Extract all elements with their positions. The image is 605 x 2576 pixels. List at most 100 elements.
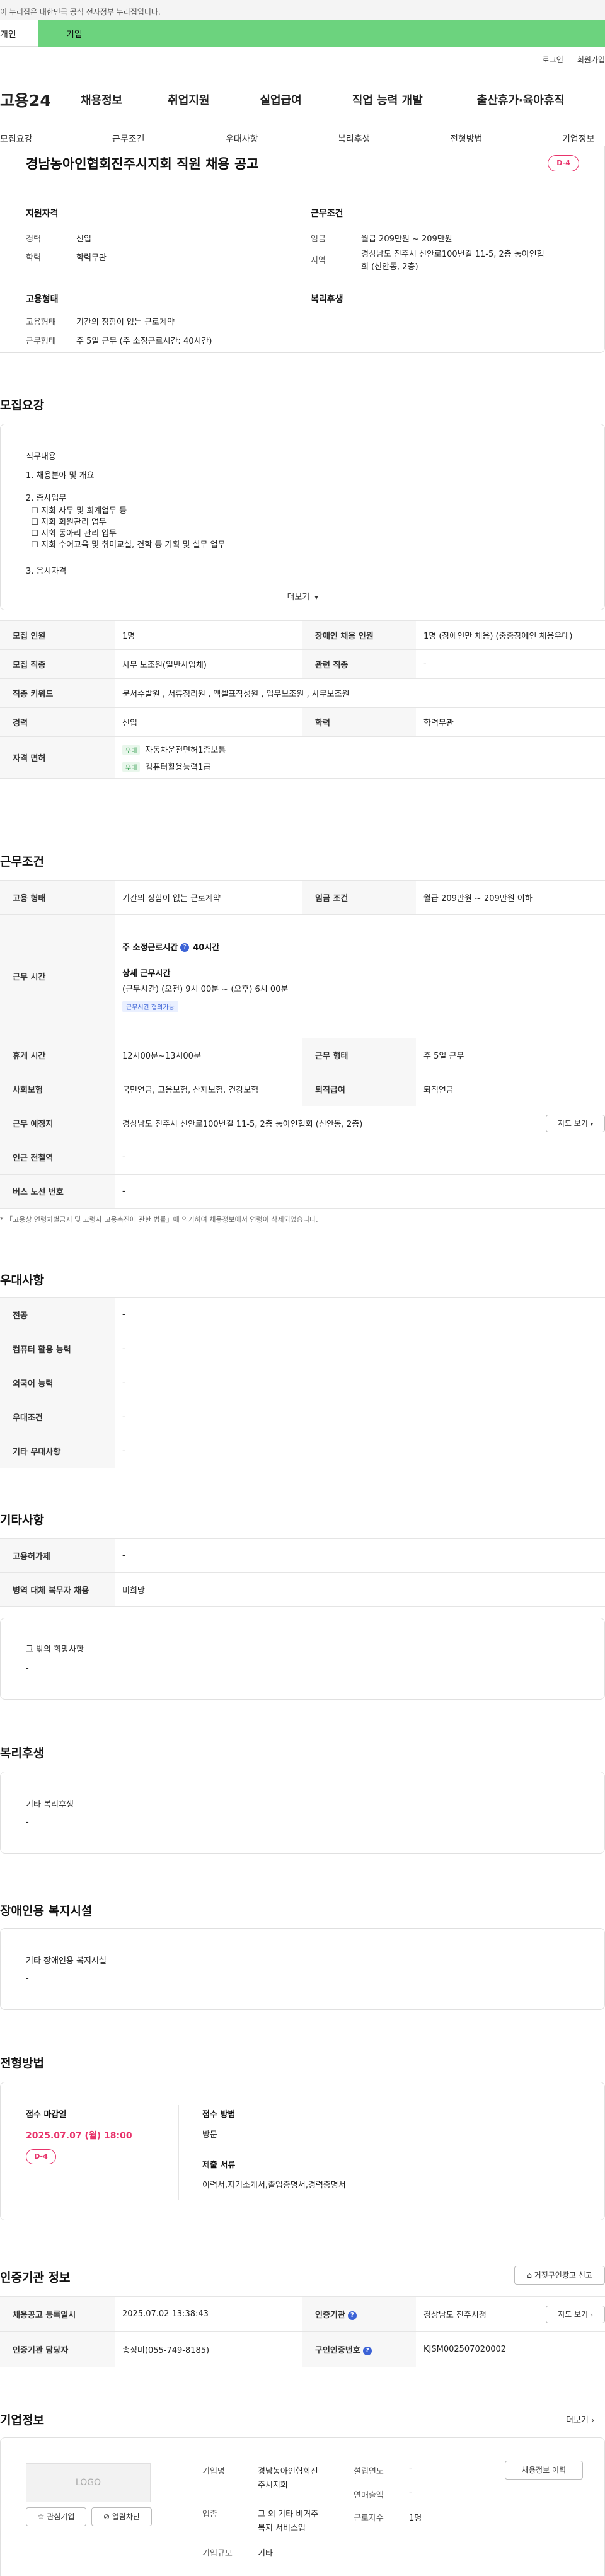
- favorite-company-button[interactable]: ☆ 관심기업: [26, 2507, 86, 2526]
- loc-value-2: 회 (신안동, 2층): [361, 262, 418, 272]
- row-value: 기간의 정함이 없는 근로계약: [115, 880, 302, 915]
- name-value-2: 주시지회: [258, 2481, 288, 2490]
- row-label: 모집 직종: [0, 649, 115, 679]
- row-value: -: [115, 1434, 605, 1468]
- desc-line: ☐ 지회 사무 및 회계업무 등: [26, 506, 127, 516]
- row-value: 주 5일 근무: [416, 1038, 605, 1072]
- desc-line: 3. 응시자격: [26, 567, 67, 576]
- anchor-recruit[interactable]: 모집요강: [0, 132, 33, 145]
- work-table: 고용 형태 기간의 정함이 없는 근로계약 임금 조건 월급 209만원 ~ 2…: [0, 880, 605, 1209]
- row-value: 1명: [115, 620, 302, 650]
- map-view-button[interactable]: 지도 보기 ▾: [546, 1115, 605, 1132]
- license-item: 자동차운전면허1종보통: [145, 745, 226, 755]
- gnb-item-unemployment[interactable]: 실업급여: [260, 91, 302, 108]
- row-value: -: [115, 1538, 605, 1573]
- gnb-item-leave[interactable]: 출산휴가·육아휴직: [477, 91, 565, 108]
- gnb-item-support[interactable]: 취업지원: [168, 91, 209, 108]
- row-label: 인근 전철역: [0, 1140, 115, 1175]
- row-value: -: [115, 1366, 605, 1400]
- info-icon[interactable]: ?: [180, 943, 190, 952]
- loc-label: 지역: [311, 256, 326, 265]
- desc-line: ☐ 지회 수어교육 및 취미교실, 견학 등 기획 및 실무 업무: [26, 540, 226, 550]
- row-value: -: [416, 649, 605, 679]
- desc-title: 직무내용: [26, 452, 56, 461]
- row-value: 문서수발원 , 서류정리원 , 엑셀표작성원 , 업무보조원 , 사무보조원: [115, 678, 605, 708]
- user-type-tabs: 개인 기업: [0, 20, 605, 47]
- job-summary-card: 경남농아인협회진주시지회 직원 채용 공고 D-4 지원자격 경력 신입 학력 …: [0, 146, 605, 353]
- sales-value: -: [409, 2488, 412, 2498]
- row-label: 자격 면허: [0, 736, 115, 779]
- anchor-pref[interactable]: 우대사항: [226, 132, 258, 145]
- established-value: -: [409, 2464, 412, 2474]
- job-history-button[interactable]: 채용정보 이력: [505, 2461, 583, 2480]
- row-label: 근무 시간: [0, 914, 115, 1038]
- emp-value: 기간의 정함이 없는 근로계약: [76, 318, 175, 327]
- row-label: 경력: [0, 707, 115, 737]
- row-value: 신입: [115, 707, 302, 737]
- name-value-1: 경남농아인협회진: [258, 2467, 318, 2476]
- org-cell: 경상남도 진주시청 지도 보기 ›: [416, 2296, 605, 2332]
- anchor-screen[interactable]: 전형방법: [450, 132, 483, 145]
- other-wishes-value: -: [26, 1664, 29, 1673]
- screen-box: 접수 마감일 2025.07.07 (월) 18:00 D-4 접수 방법 방문…: [0, 2082, 605, 2220]
- work-heading: 근무조건: [0, 855, 44, 869]
- row-label: 관련 직종: [302, 649, 416, 679]
- size-label: 기업규모: [202, 2549, 233, 2558]
- anchor-company[interactable]: 기업정보: [562, 132, 595, 145]
- industry-value-2: 복지 서비스업: [258, 2524, 306, 2533]
- row-label: 휴게 시간: [0, 1038, 115, 1072]
- block-view-button[interactable]: ⊘ 열람차단: [91, 2507, 152, 2526]
- docs-label: 제출 서류: [202, 2161, 236, 2170]
- employees-value: 1명: [409, 2514, 422, 2523]
- gnb-item-training[interactable]: 직업 능력 개발: [352, 91, 423, 108]
- desc-line: 2. 종사업무: [26, 494, 67, 503]
- company-more-link[interactable]: 더보기 ›: [566, 2413, 594, 2425]
- row-value: 월급 209만원 ~ 209만원 이하: [416, 880, 605, 915]
- divider: [178, 2105, 179, 2200]
- welfare-value: -: [26, 1818, 29, 1827]
- tab-business[interactable]: 기업: [38, 20, 605, 47]
- tab-person[interactable]: 개인: [0, 20, 38, 47]
- row-label: 고용 형태: [0, 880, 115, 915]
- row-label: 구인인증번호?: [302, 2331, 416, 2367]
- row-value: -: [115, 1174, 605, 1209]
- info-icon[interactable]: ?: [347, 2311, 357, 2320]
- edu-value: 학력무관: [76, 253, 107, 263]
- row-value: 퇴직연금: [416, 1072, 605, 1106]
- info-icon[interactable]: ?: [362, 2346, 372, 2355]
- docs-value: 이력서,자기소개서,졸업증명서,경력증명서: [202, 2181, 346, 2190]
- utility-links: 로그인 회원가입: [543, 54, 605, 65]
- join-link[interactable]: 회원가입: [577, 54, 605, 65]
- industry-label: 업종: [202, 2510, 217, 2519]
- row-label: 인증기관?: [302, 2296, 416, 2332]
- qual-heading: 지원자격: [26, 209, 59, 219]
- disabled-box: 기타 장애인용 복지시설 -: [0, 1928, 605, 2010]
- login-link[interactable]: 로그인: [543, 54, 563, 65]
- row-label: 병역 대체 복무자 채용: [0, 1572, 115, 1607]
- more-button[interactable]: 더보기 ▾: [1, 581, 604, 610]
- gnb-item-jobs[interactable]: 채용정보: [81, 91, 122, 108]
- row-label: 퇴직급여: [302, 1072, 416, 1106]
- week-hours-label: 주 소정근로시간: [122, 943, 178, 953]
- gov-banner: 이 누리집은 대한민국 공식 전자정부 누리집입니다.: [0, 0, 605, 20]
- star-icon: ☆: [37, 2512, 45, 2521]
- row-label: 근무 예정지: [0, 1106, 115, 1140]
- report-false-ad-button[interactable]: ⌂ 거짓구인광고 신고: [514, 2266, 605, 2285]
- size-value: 기타: [258, 2549, 273, 2558]
- detail-hours-label: 상세 근무시간: [122, 968, 171, 978]
- anchor-welfare[interactable]: 복리후생: [338, 132, 371, 145]
- company-heading: 기업정보: [0, 2413, 44, 2427]
- site-logo[interactable]: 고용24: [0, 88, 81, 111]
- anchor-work[interactable]: 근무조건: [112, 132, 145, 145]
- map-view-button[interactable]: 지도 보기 ›: [546, 2306, 605, 2323]
- row-value: 12시00분~13시00분: [115, 1038, 302, 1072]
- welfare-heading: 복리후생: [0, 1746, 44, 1760]
- employees-label: 근로자수: [354, 2514, 384, 2523]
- job-description-box: 직무내용 1. 채용분야 및 개요 2. 종사업무 ☐ 지회 사무 및 회계업무…: [0, 424, 605, 610]
- row-value: 학력무관: [416, 707, 605, 737]
- detail-hours-value: (근무시간) (오전) 9시 00분 ~ (오후) 6시 00분: [122, 984, 289, 994]
- company-box: LOGO ☆ 관심기업 ⊘ 열람차단 기업명 경남농아인협회진 주시지회 업종 …: [0, 2437, 605, 2576]
- negotiable-chip: 근무시간 협의가능: [122, 1000, 178, 1012]
- age-notice: * 「고용상 연령차별금지 및 고령자 고용촉진에 관한 법률」에 의거하여 채…: [0, 1215, 318, 1224]
- name-label: 기업명: [202, 2467, 225, 2476]
